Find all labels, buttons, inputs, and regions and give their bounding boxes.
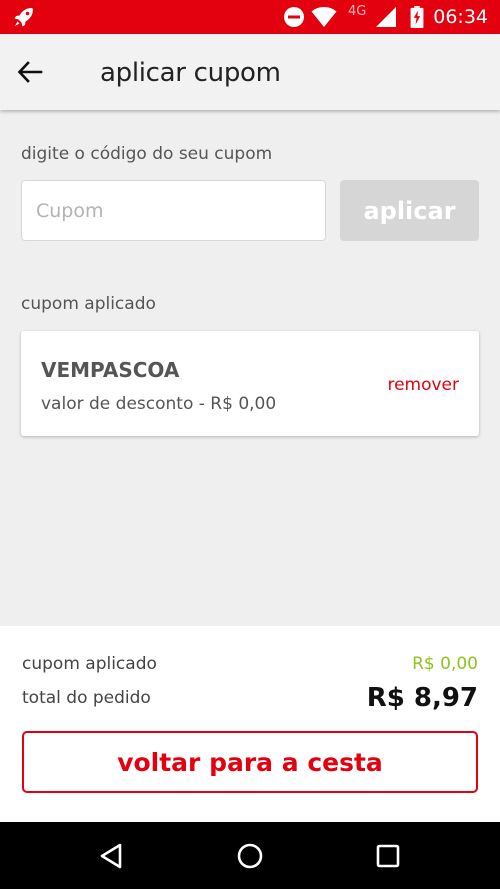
page-title: aplicar cupom (100, 58, 281, 88)
coupon-input-label: digite o código do seu cupom (21, 144, 273, 164)
wifi-icon (311, 7, 337, 27)
main-content: digite o código do seu cupom aplicar cup… (0, 110, 500, 626)
discount-value: R$ 0,00 (412, 654, 478, 674)
back-to-cart-button[interactable]: voltar para a cesta (22, 731, 478, 793)
applied-coupon-label: cupom aplicado (21, 294, 156, 314)
apply-button[interactable]: aplicar (340, 180, 479, 241)
remove-coupon-link[interactable]: remover (387, 375, 459, 395)
applied-coupon-card: VEMPASCOA valor de desconto - R$ 0,00 re… (21, 331, 479, 436)
arrow-left-icon[interactable] (16, 58, 44, 86)
back-triangle-icon[interactable] (96, 840, 128, 872)
status-bar: 4G 06:34 (0, 0, 500, 34)
coupon-input[interactable] (21, 180, 326, 241)
do-not-disturb-icon (284, 7, 304, 27)
home-circle-icon[interactable] (234, 840, 266, 872)
order-summary: cupom aplicado R$ 0,00 total do pedido R… (0, 626, 500, 822)
total-value: R$ 8,97 (366, 683, 478, 713)
system-nav-bar (0, 822, 500, 889)
recents-square-icon[interactable] (372, 840, 404, 872)
clock: 06:34 (433, 6, 488, 28)
coupon-code: VEMPASCOA (41, 358, 180, 382)
discount-label: cupom aplicado (22, 654, 157, 674)
battery-charging-icon (410, 6, 424, 28)
coupon-discount-description: valor de desconto - R$ 0,00 (41, 394, 277, 414)
cell-signal-icon (376, 7, 396, 27)
network-type-label: 4G (348, 4, 367, 19)
total-label: total do pedido (22, 688, 151, 708)
app-bar: aplicar cupom (0, 34, 500, 110)
app-rocket-icon (14, 8, 33, 27)
